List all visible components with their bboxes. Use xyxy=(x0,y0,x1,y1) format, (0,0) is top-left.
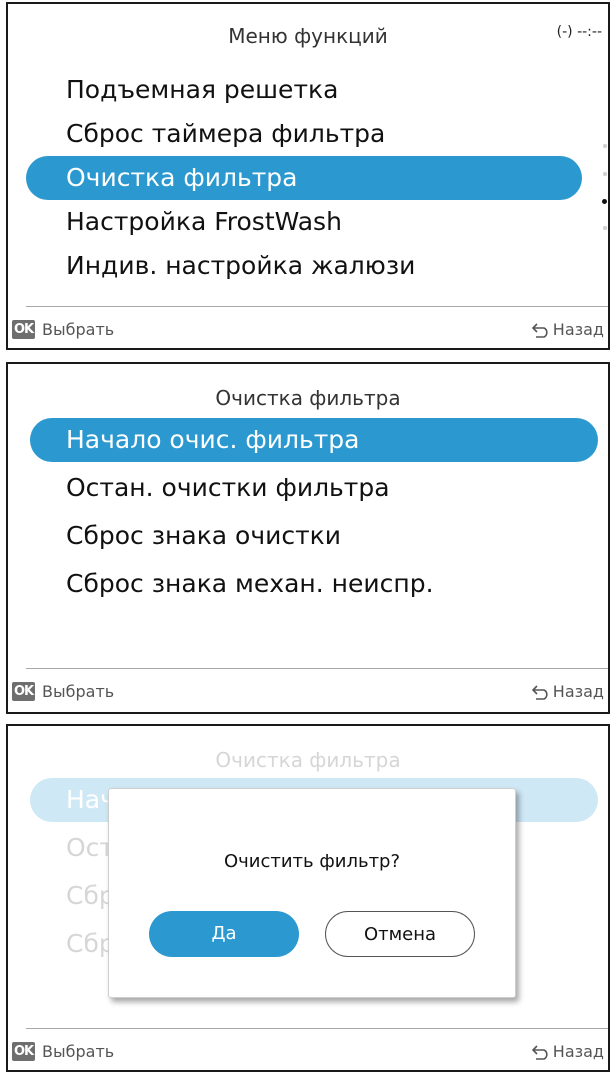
menu-item-stop-filter-cleaning[interactable]: Остан. очистки фильтра xyxy=(66,466,390,510)
scroll-dot-active xyxy=(602,199,607,204)
footer-bar: OK Выбрать Назад xyxy=(8,1040,608,1064)
footer-bar: OK Выбрать Назад xyxy=(8,318,608,342)
back-hint[interactable]: Назад xyxy=(531,1042,604,1061)
cancel-button[interactable]: Отмена xyxy=(325,911,475,957)
scroll-dot xyxy=(603,172,607,176)
footer-divider xyxy=(26,1028,608,1029)
screen-title: Очистка фильтра xyxy=(215,386,401,410)
ok-key-icon: OK xyxy=(12,682,36,701)
screen-title: Меню функций xyxy=(228,24,388,48)
select-hint: Выбрать xyxy=(42,682,115,701)
footer-bar: OK Выбрать Назад xyxy=(8,680,608,704)
scroll-dot xyxy=(603,144,607,148)
ok-key-icon: OK xyxy=(12,320,36,339)
back-label: Назад xyxy=(552,1042,604,1061)
back-arrow-icon xyxy=(531,323,548,338)
back-arrow-icon xyxy=(531,685,548,700)
function-menu-screen: Меню функций (-) --:-- Подъемная решетка… xyxy=(6,2,610,350)
back-label: Назад xyxy=(552,320,604,339)
screen-title: Очистка фильтра xyxy=(215,748,401,772)
back-label: Назад xyxy=(552,682,604,701)
menu-item-louver-setting[interactable]: Индив. настройка жалюзи xyxy=(66,244,415,288)
menu-item-lift-grille[interactable]: Подъемная решетка xyxy=(66,68,338,112)
menu-item-stop-filter-cleaning: Ост xyxy=(66,833,114,862)
select-hint: Выбрать xyxy=(42,320,115,339)
footer-divider xyxy=(26,306,608,307)
back-hint[interactable]: Назад xyxy=(531,320,604,339)
back-hint[interactable]: Назад xyxy=(531,682,604,701)
select-hint: Выбрать xyxy=(42,1042,115,1061)
menu-item-filter-cleaning[interactable]: Очистка фильтра xyxy=(66,156,297,200)
menu-item-reset-fault-sign[interactable]: Сброс знака механ. неиспр. xyxy=(66,562,434,606)
scroll-dot xyxy=(603,226,607,230)
ok-key-icon: OK xyxy=(12,1042,36,1061)
menu-item-frostwash-setting[interactable]: Настройка FrostWash xyxy=(66,200,342,244)
menu-item-filter-timer-reset[interactable]: Сброс таймера фильтра xyxy=(66,112,385,156)
footer-divider xyxy=(26,668,608,669)
menu-item-reset-cleaning-sign[interactable]: Сброс знака очистки xyxy=(66,514,341,558)
back-arrow-icon xyxy=(531,1045,548,1060)
clock-display: (-) --:-- xyxy=(556,24,602,40)
dialog-question: Очистить фильтр? xyxy=(223,851,401,872)
filter-cleaning-screen: Очистка фильтра Начало очис. фильтра Ост… xyxy=(6,362,610,714)
yes-button[interactable]: Да xyxy=(149,911,299,957)
menu-item-start-filter-cleaning[interactable]: Начало очис. фильтра xyxy=(66,418,359,462)
filter-cleaning-confirm-screen: Очистка фильтра Нач Ост Сбр Сбр Очистить… xyxy=(6,724,610,1072)
confirm-dialog: Очистить фильтр? Да Отмена xyxy=(108,788,516,998)
